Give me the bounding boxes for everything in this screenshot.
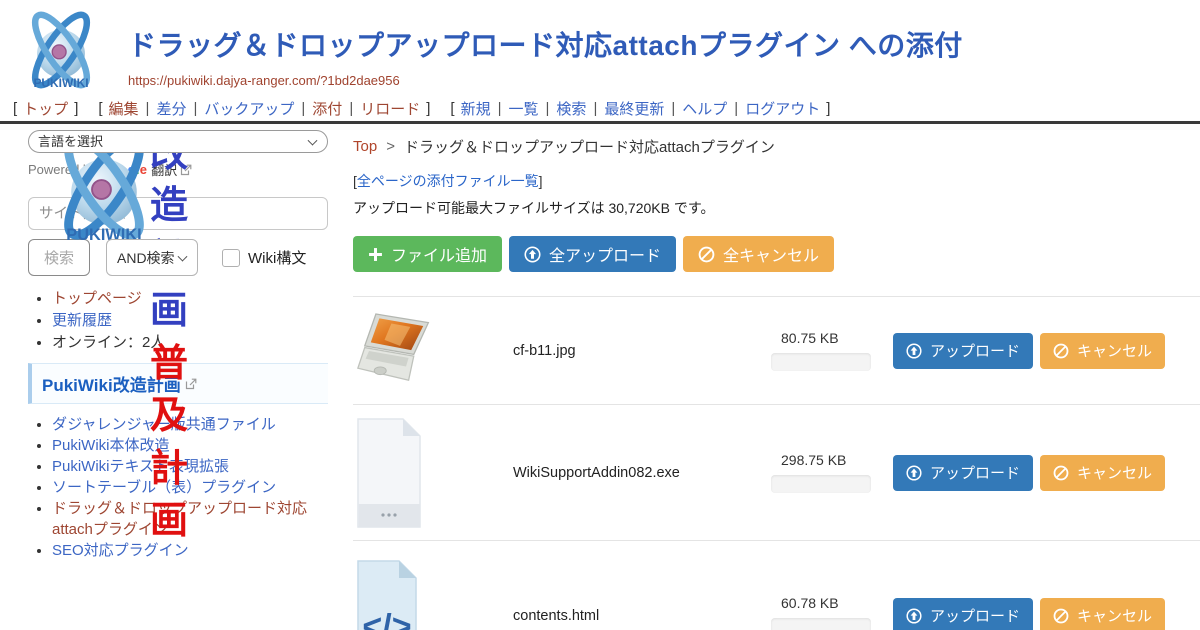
atom-logo-icon: PUKIWIKI [10, 4, 112, 96]
file-html-icon: </> [357, 560, 417, 630]
upload-all-button[interactable]: 全アップロード [509, 236, 676, 272]
cancel-all-button[interactable]: 全キャンセル [683, 236, 834, 272]
sidebar-link-top-page[interactable]: トップページ [52, 290, 142, 307]
language-select[interactable]: 言語を選択 [28, 130, 328, 153]
breadcrumb-home-link[interactable]: Top [353, 138, 377, 155]
ban-icon [1053, 608, 1069, 624]
nav-top[interactable]: トップ [23, 98, 68, 119]
all-attachments-link[interactable]: 全ページの添付ファイル一覧 [357, 173, 539, 189]
pukiwiki-logo[interactable]: PUKIWIKI [10, 4, 112, 96]
ban-icon [698, 246, 715, 263]
file-name: cf-b11.jpg [513, 343, 771, 359]
sidebar-link-update-history[interactable]: 更新履歴 [52, 312, 112, 329]
site-header: PUKIWIKI ドラッグ＆ドロップアップロード対応attachプラグイン への… [0, 0, 1200, 95]
nav-logout[interactable]: ログアウト [745, 98, 820, 119]
wiki-syntax-label: Wiki構文 [248, 247, 306, 268]
plus-icon [368, 247, 383, 262]
nav-list[interactable]: 一覧 [509, 98, 539, 119]
upload-progress-bar [771, 353, 871, 371]
upload-button[interactable]: アップロード [893, 333, 1033, 369]
main-content: Top > ドラッグ＆ドロップアップロード対応attachプラグイン [全ページ… [345, 124, 1200, 630]
upload-file-list: cf-b11.jpg 80.75 KB アップロード [353, 296, 1200, 630]
breadcrumb: Top > ドラッグ＆ドロップアップロード対応attachプラグイン [353, 136, 1200, 157]
upload-circle-icon [906, 343, 922, 359]
add-files-button[interactable]: ファイル追加 [353, 236, 502, 272]
sidebar-link-text-extension[interactable]: PukiWikiテキスト表現拡張 [52, 458, 229, 475]
file-name: WikiSupportAddin082.exe [513, 465, 771, 481]
upload-progress-bar [771, 475, 871, 493]
nav-backup[interactable]: バックアップ [204, 98, 294, 119]
breadcrumb-current: ドラッグ＆ドロップアップロード対応attachプラグイン [404, 136, 775, 157]
search-mode-select[interactable]: AND検索 [106, 239, 198, 276]
nav-help[interactable]: ヘルプ [682, 98, 727, 119]
cancel-button[interactable]: キャンセル [1040, 598, 1165, 630]
nav-new[interactable]: 新規 [461, 98, 491, 119]
file-size: 80.75 KB [781, 330, 893, 346]
nav-diff[interactable]: 差分 [156, 98, 186, 119]
banner-fukyuu-text: 普及計画 [150, 338, 190, 548]
upload-button[interactable]: アップロード [893, 598, 1033, 630]
sidebar: PUKIWIKI 改造計画 普及計画 言語を選択 Powered by Goog… [0, 124, 345, 630]
ban-icon [1053, 465, 1069, 481]
table-row: cf-b11.jpg 80.75 KB アップロード [353, 297, 1200, 405]
bulk-actions: ファイル追加 全アップロード 全キャンセル [353, 236, 1200, 272]
file-size: 60.78 KB [781, 595, 893, 611]
nav-attach[interactable]: 添付 [312, 98, 342, 119]
table-row: </> contents.html 60.78 KB アップロード [353, 541, 1200, 630]
table-row: WikiSupportAddin082.exe 298.75 KB アップロード [353, 405, 1200, 541]
nav-recent[interactable]: 最終更新 [604, 98, 664, 119]
upload-circle-icon [524, 246, 541, 263]
wiki-syntax-checkbox[interactable] [222, 249, 240, 267]
file-size: 298.75 KB [781, 452, 893, 468]
cancel-button[interactable]: キャンセル [1040, 333, 1165, 369]
svg-text:</>: </> [362, 608, 411, 630]
nav-edit[interactable]: 編集 [109, 98, 139, 119]
laptop-photo-thumbnail [357, 307, 443, 395]
upload-button[interactable]: アップロード [893, 455, 1033, 491]
nav-reload[interactable]: リロード [360, 98, 420, 119]
attach-list-line: [全ページの添付ファイル一覧] [353, 171, 1200, 191]
nav-search[interactable]: 検索 [556, 98, 586, 119]
svg-text:PUKIWIKI: PUKIWIKI [33, 76, 88, 90]
page-title: ドラッグ＆ドロップアップロード対応attachプラグイン への添付 [128, 24, 1200, 64]
file-generic-icon [357, 414, 421, 532]
upload-circle-icon [906, 465, 922, 481]
banner-kaizou-text: 改造計画 [150, 128, 190, 338]
top-nav: [ トップ ] [ 編集 | 差分 | バックアップ | 添付 | リロード ]… [0, 95, 1200, 121]
upload-circle-icon [906, 608, 922, 624]
upload-progress-bar [771, 618, 871, 630]
language-select-wrap: 言語を選択 [28, 130, 328, 153]
page-url: https://pukiwiki.dajya-ranger.com/?1bd2d… [128, 73, 1200, 88]
ban-icon [1053, 343, 1069, 359]
cancel-button[interactable]: キャンセル [1040, 455, 1165, 491]
max-filesize-note: アップロード可能最大ファイルサイズは 30,720KB です。 [353, 198, 1200, 218]
file-name: contents.html [513, 608, 771, 624]
online-count: オンライン：2人 [52, 334, 165, 351]
